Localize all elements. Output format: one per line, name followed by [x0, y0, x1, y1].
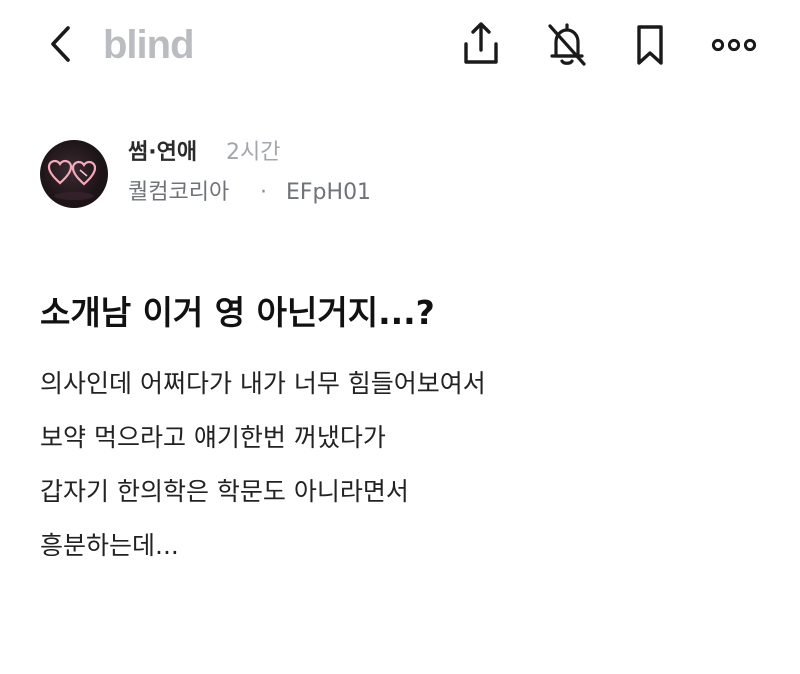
brand-logo[interactable]: blind	[103, 18, 195, 72]
body-line: 갑자기 한의학은 학문도 아니라면서	[40, 477, 409, 506]
notification-off-button[interactable]	[542, 20, 592, 70]
back-icon	[51, 26, 70, 62]
avatar[interactable]	[40, 140, 108, 208]
post-author-info: 썸·연애 2시간 퀄컴코리아 · EFpH01	[40, 138, 760, 212]
top-app-bar: blind	[0, 0, 800, 90]
share-icon	[464, 22, 498, 64]
author-nickname: EFpH01	[286, 180, 372, 205]
more-button[interactable]	[707, 20, 761, 70]
body-line: 의사인데 어쩌다가 내가 너무 힘들어보여서	[40, 369, 486, 398]
post-body: 의사인데 어쩌다가 내가 너무 힘들어보여서 보약 먹으라고 얘기한번 꺼냈다가…	[40, 362, 760, 578]
body-line: 흥분하는데...	[40, 531, 179, 560]
bookmark-icon	[637, 25, 663, 65]
board-category[interactable]: 썸·연애	[128, 138, 197, 168]
back-button[interactable]	[40, 22, 84, 66]
notification-off-icon	[548, 23, 586, 66]
body-line: 보약 먹으라고 얘기한번 꺼냈다가	[40, 423, 386, 452]
bookmark-button[interactable]	[625, 20, 675, 70]
post-title: 소개남 이거 영 아닌거지...?	[40, 293, 435, 332]
author-company[interactable]: 퀄컴코리아	[128, 178, 229, 208]
neon-hearts-icon	[47, 159, 97, 200]
post-time: 2시간	[226, 140, 281, 165]
share-button[interactable]	[456, 20, 506, 70]
meta-separator: ·	[260, 180, 267, 205]
more-icon	[711, 38, 757, 52]
